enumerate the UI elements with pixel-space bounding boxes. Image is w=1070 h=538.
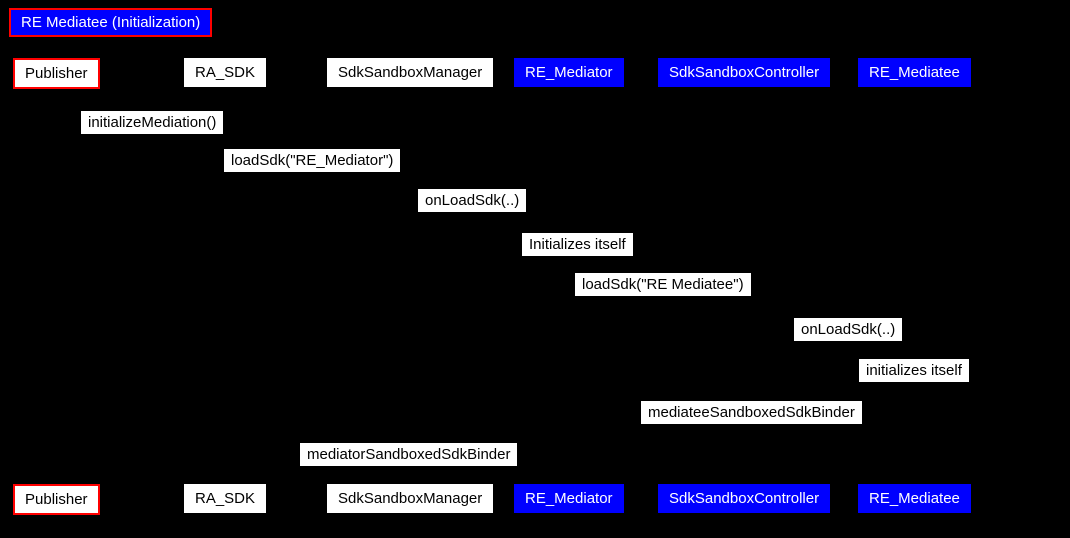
participant-re-mediator-top: RE_Mediator bbox=[514, 58, 624, 87]
message-on-load-sdk-1: onLoadSdk(..) bbox=[417, 188, 527, 213]
message-mediator-binder: mediatorSandboxedSdkBinder bbox=[299, 442, 518, 467]
participant-sdk-sandbox-controller-bottom: SdkSandboxController bbox=[658, 484, 830, 513]
participant-publisher-top: Publisher bbox=[13, 58, 100, 89]
participant-ra-sdk-top: RA_SDK bbox=[184, 58, 266, 87]
participant-sdk-sandbox-manager-bottom: SdkSandboxManager bbox=[327, 484, 493, 513]
message-load-sdk-mediator: loadSdk("RE_Mediator") bbox=[223, 148, 401, 173]
participant-re-mediatee-bottom: RE_Mediatee bbox=[858, 484, 971, 513]
participant-publisher-bottom: Publisher bbox=[13, 484, 100, 515]
participant-re-mediatee-top: RE_Mediatee bbox=[858, 58, 971, 87]
message-load-sdk-mediatee: loadSdk("RE Mediatee") bbox=[574, 272, 752, 297]
message-initializes-itself-2: initializes itself bbox=[858, 358, 970, 383]
message-on-load-sdk-2: onLoadSdk(..) bbox=[793, 317, 903, 342]
participant-sdk-sandbox-manager-top: SdkSandboxManager bbox=[327, 58, 493, 87]
participant-re-mediator-bottom: RE_Mediator bbox=[514, 484, 624, 513]
message-initializes-itself-1: Initializes itself bbox=[521, 232, 634, 257]
message-mediatee-binder: mediateeSandboxedSdkBinder bbox=[640, 400, 863, 425]
participant-sdk-sandbox-controller-top: SdkSandboxController bbox=[658, 58, 830, 87]
message-initialize-mediation: initializeMediation() bbox=[80, 110, 224, 135]
participant-ra-sdk-bottom: RA_SDK bbox=[184, 484, 266, 513]
diagram-title: RE Mediatee (Initialization) bbox=[9, 8, 212, 37]
